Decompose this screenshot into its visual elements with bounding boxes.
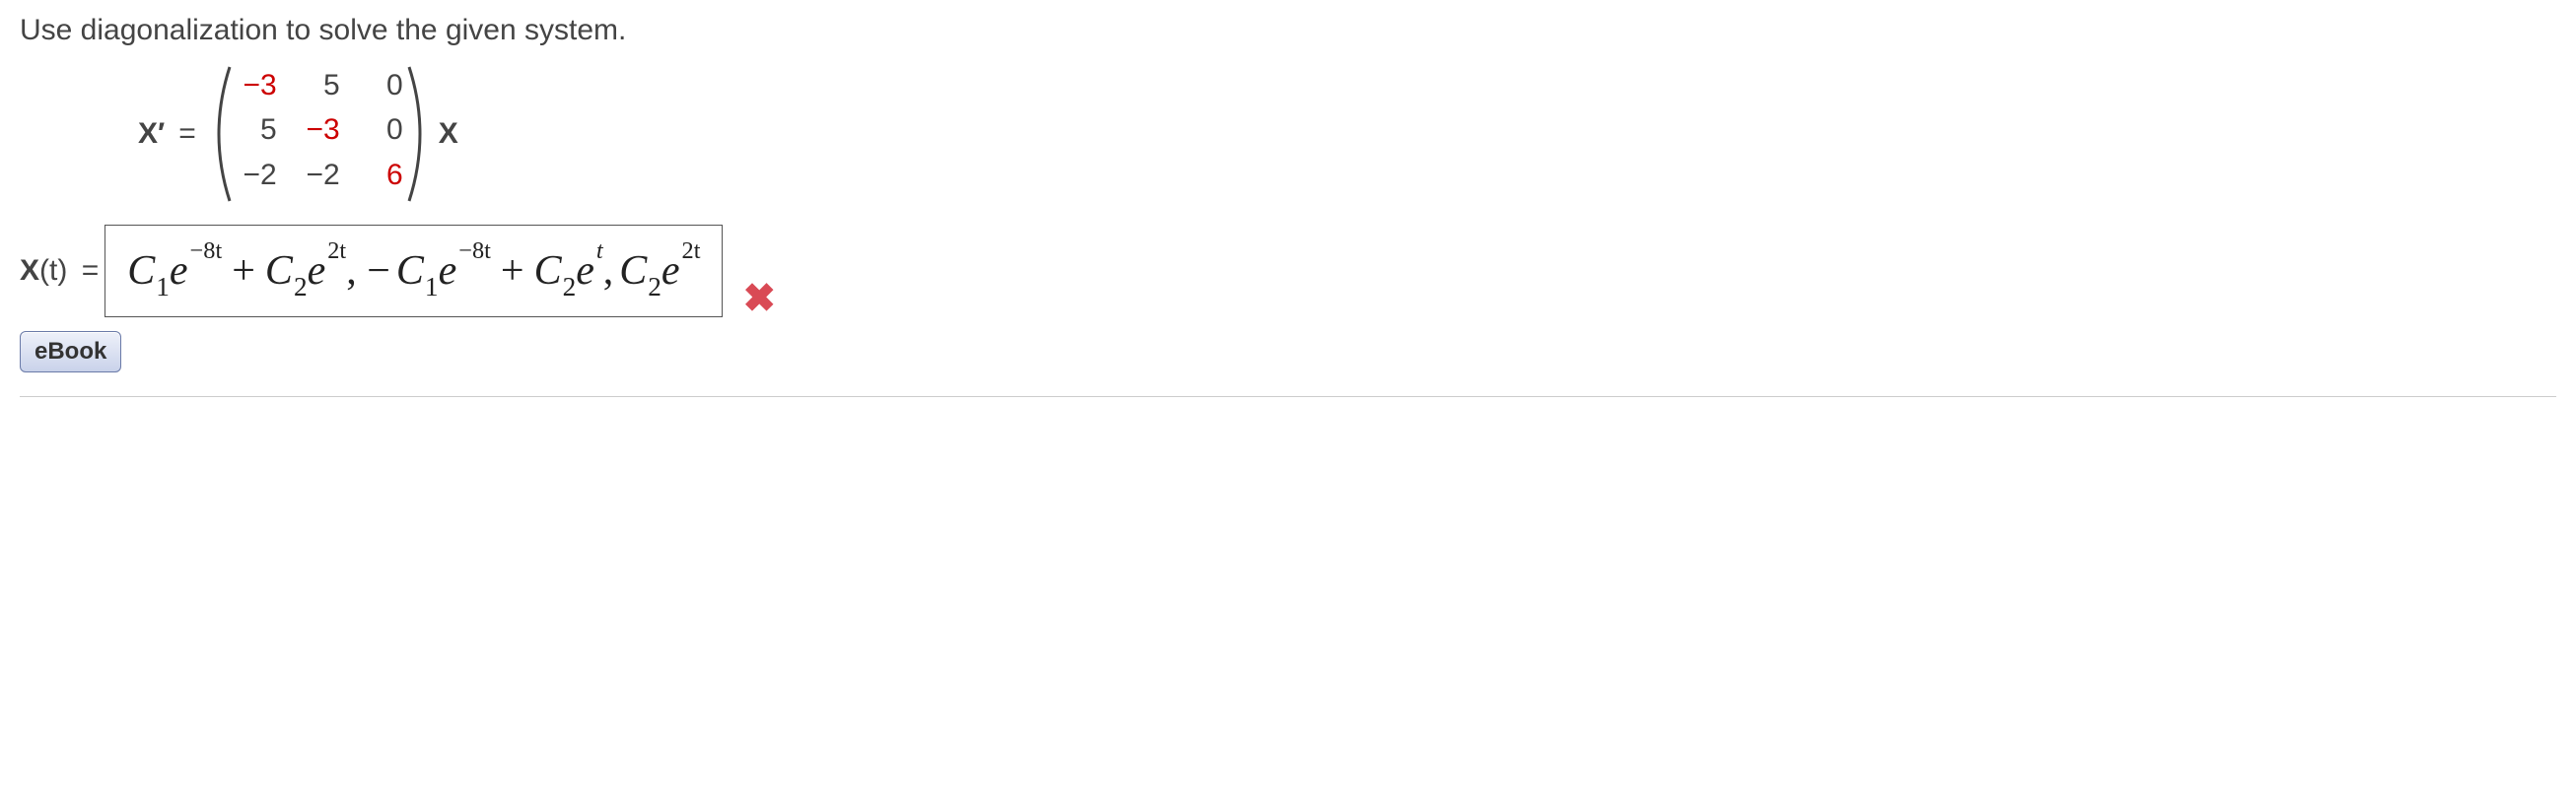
matrix-cell: −3 bbox=[299, 113, 340, 154]
matrix-cell: 0 bbox=[362, 69, 403, 109]
paren-right-icon bbox=[405, 65, 435, 203]
ebook-button[interactable]: eBook bbox=[20, 331, 121, 372]
question-text: Use diagonalization to solve the given s… bbox=[20, 14, 2556, 47]
matrix-cell: 6 bbox=[362, 159, 403, 199]
answer-input[interactable]: C1 e−8t + C2 e2t , − C1 e−8t + C2 et , C… bbox=[104, 225, 723, 317]
matrix-cell: 5 bbox=[236, 113, 277, 154]
matrix-cell: 5 bbox=[299, 69, 340, 109]
matrix-cell: −2 bbox=[236, 159, 277, 199]
equals-sign: = bbox=[178, 117, 196, 151]
incorrect-icon: ✖ bbox=[742, 276, 776, 321]
paren-left-icon bbox=[204, 65, 234, 203]
matrix-cell: 0 bbox=[362, 113, 403, 154]
matrix-cell: −3 bbox=[236, 69, 277, 109]
lhs-label: X′ bbox=[138, 117, 165, 151]
system-equation: X′ = −3 5 0 5 −3 0 −2 −2 6 X bbox=[138, 65, 2556, 203]
answer-label: X(t) = bbox=[20, 254, 99, 288]
answer-row: X(t) = C1 e−8t + C2 e2t , − C1 e−8t + C2… bbox=[20, 225, 2556, 317]
divider bbox=[20, 396, 2556, 397]
matrix: −3 5 0 5 −3 0 −2 −2 6 bbox=[204, 65, 435, 203]
trailing-x: X bbox=[439, 117, 458, 151]
matrix-cell: −2 bbox=[299, 159, 340, 199]
